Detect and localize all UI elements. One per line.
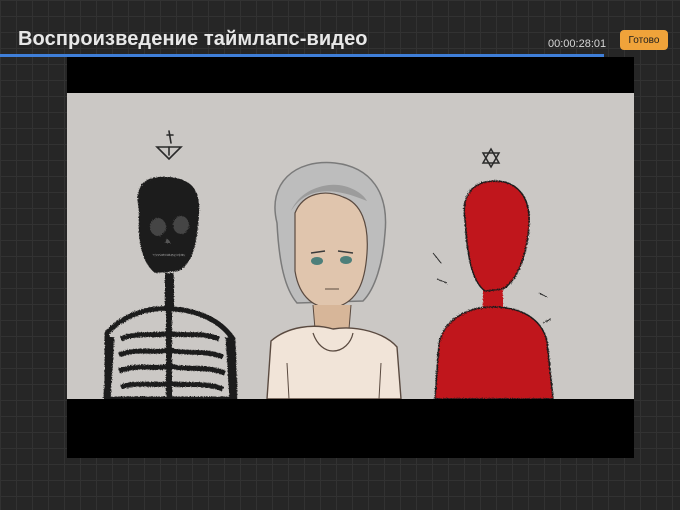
top-bar: Воспроизведение таймлапс-видео 00:00:28:… bbox=[0, 0, 680, 56]
timecode: 00:00:28:01 bbox=[548, 38, 607, 50]
video-player[interactable] bbox=[67, 57, 634, 458]
down-arrow-rune-icon bbox=[155, 130, 183, 161]
page-title: Воспроизведение таймлапс-видео bbox=[18, 28, 368, 50]
hexagram-star-icon bbox=[481, 147, 501, 169]
done-button[interactable]: Готово bbox=[620, 30, 668, 50]
artwork-illustration bbox=[103, 130, 554, 399]
red-silhouette-figure bbox=[432, 180, 554, 399]
pale-character-figure bbox=[266, 161, 402, 399]
artwork-canvas bbox=[67, 93, 634, 399]
skeleton-figure bbox=[103, 176, 238, 399]
